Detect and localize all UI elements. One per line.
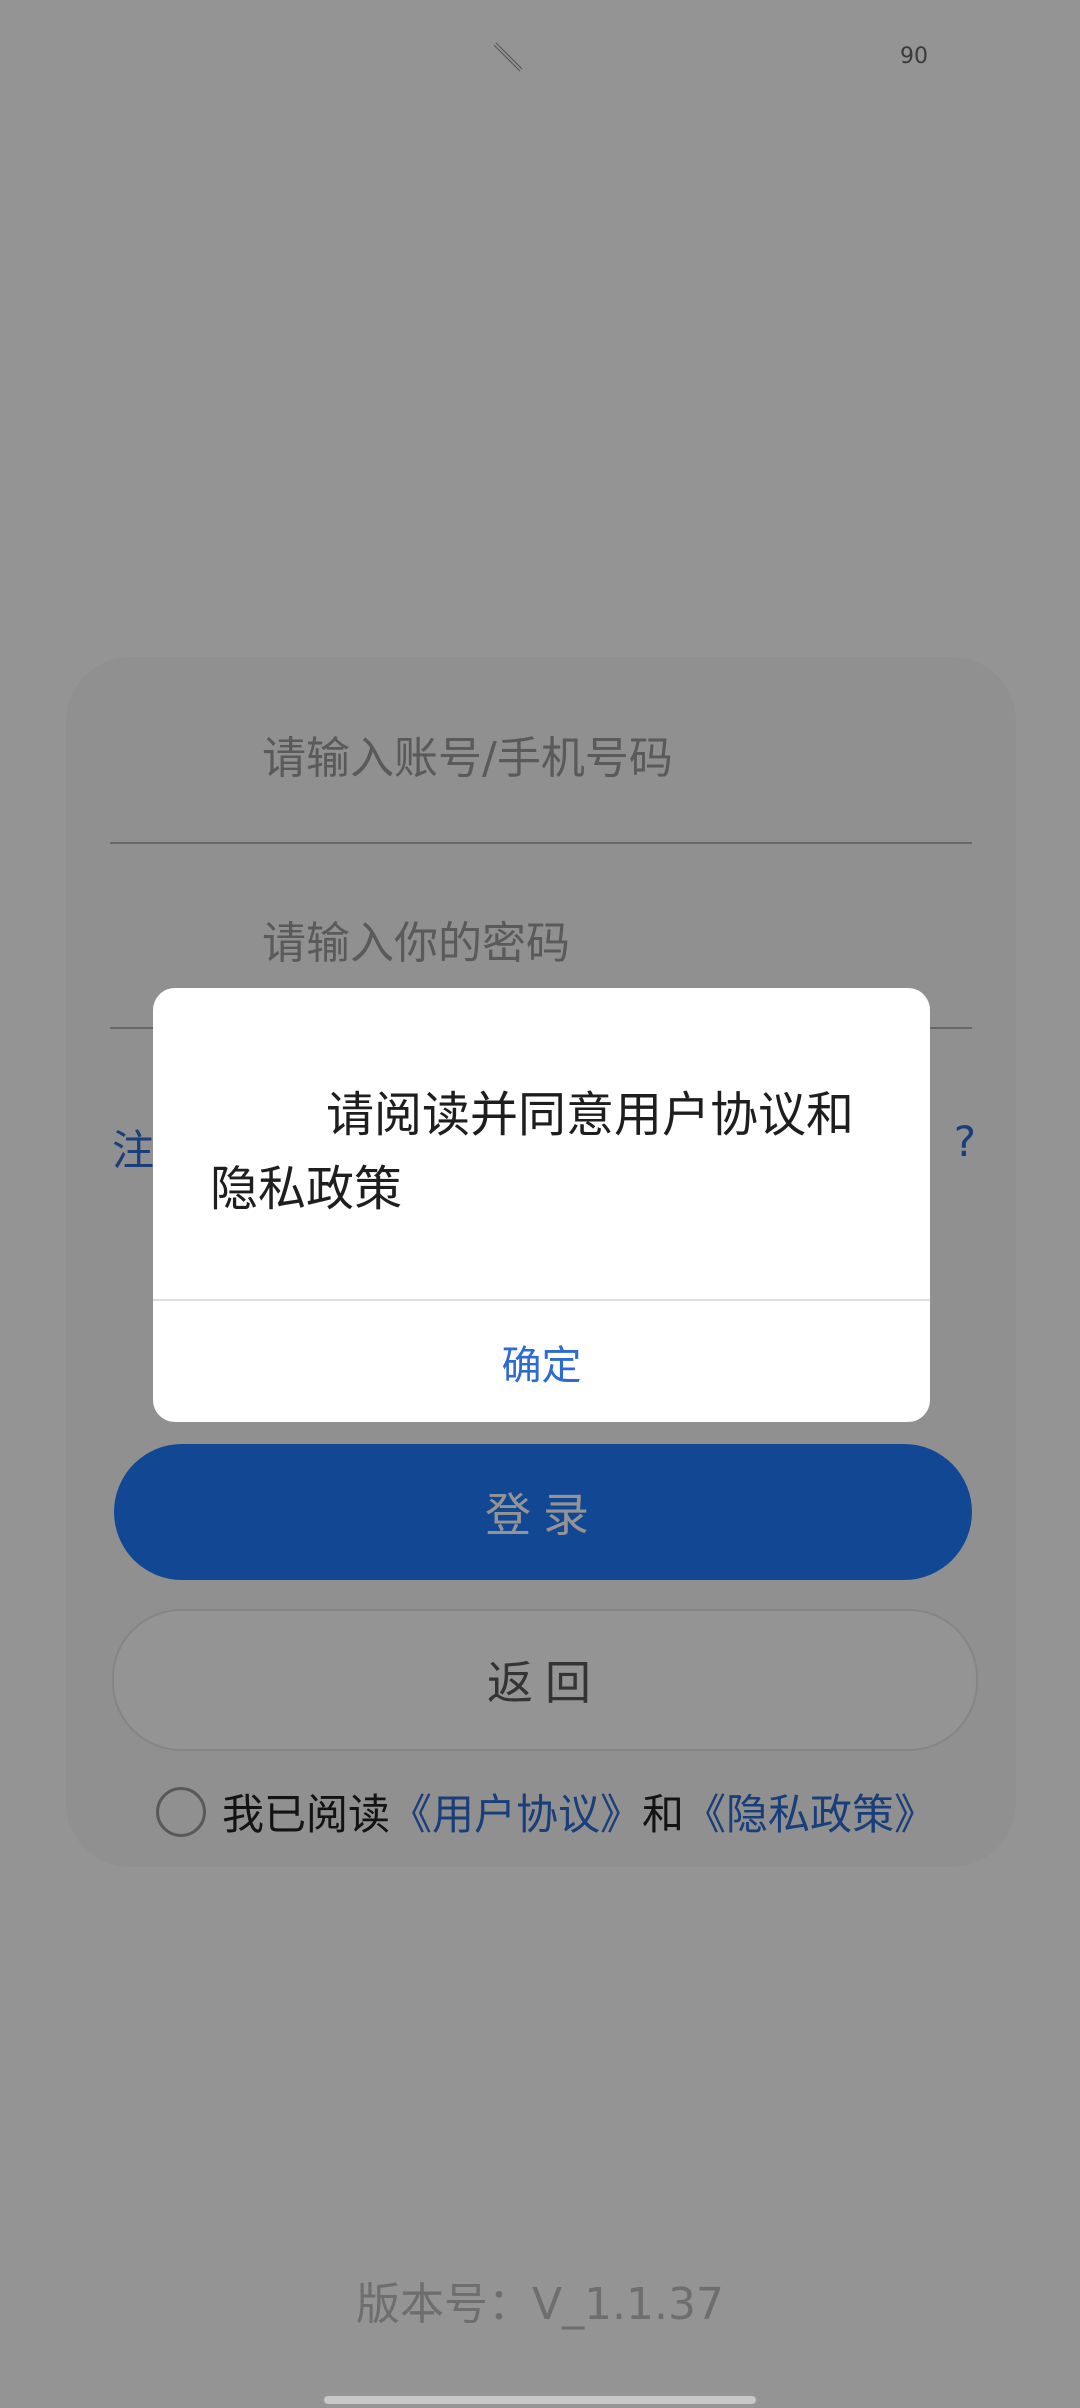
home-indicator[interactable] [324,2396,756,2404]
dialog-confirm-button[interactable]: 确定 [153,1301,930,1422]
agreement-dialog: 请阅读并同意用户协议和隐私政策 确定 [153,988,930,1422]
dialog-message: 请阅读并同意用户协议和隐私政策 [210,1087,855,1217]
